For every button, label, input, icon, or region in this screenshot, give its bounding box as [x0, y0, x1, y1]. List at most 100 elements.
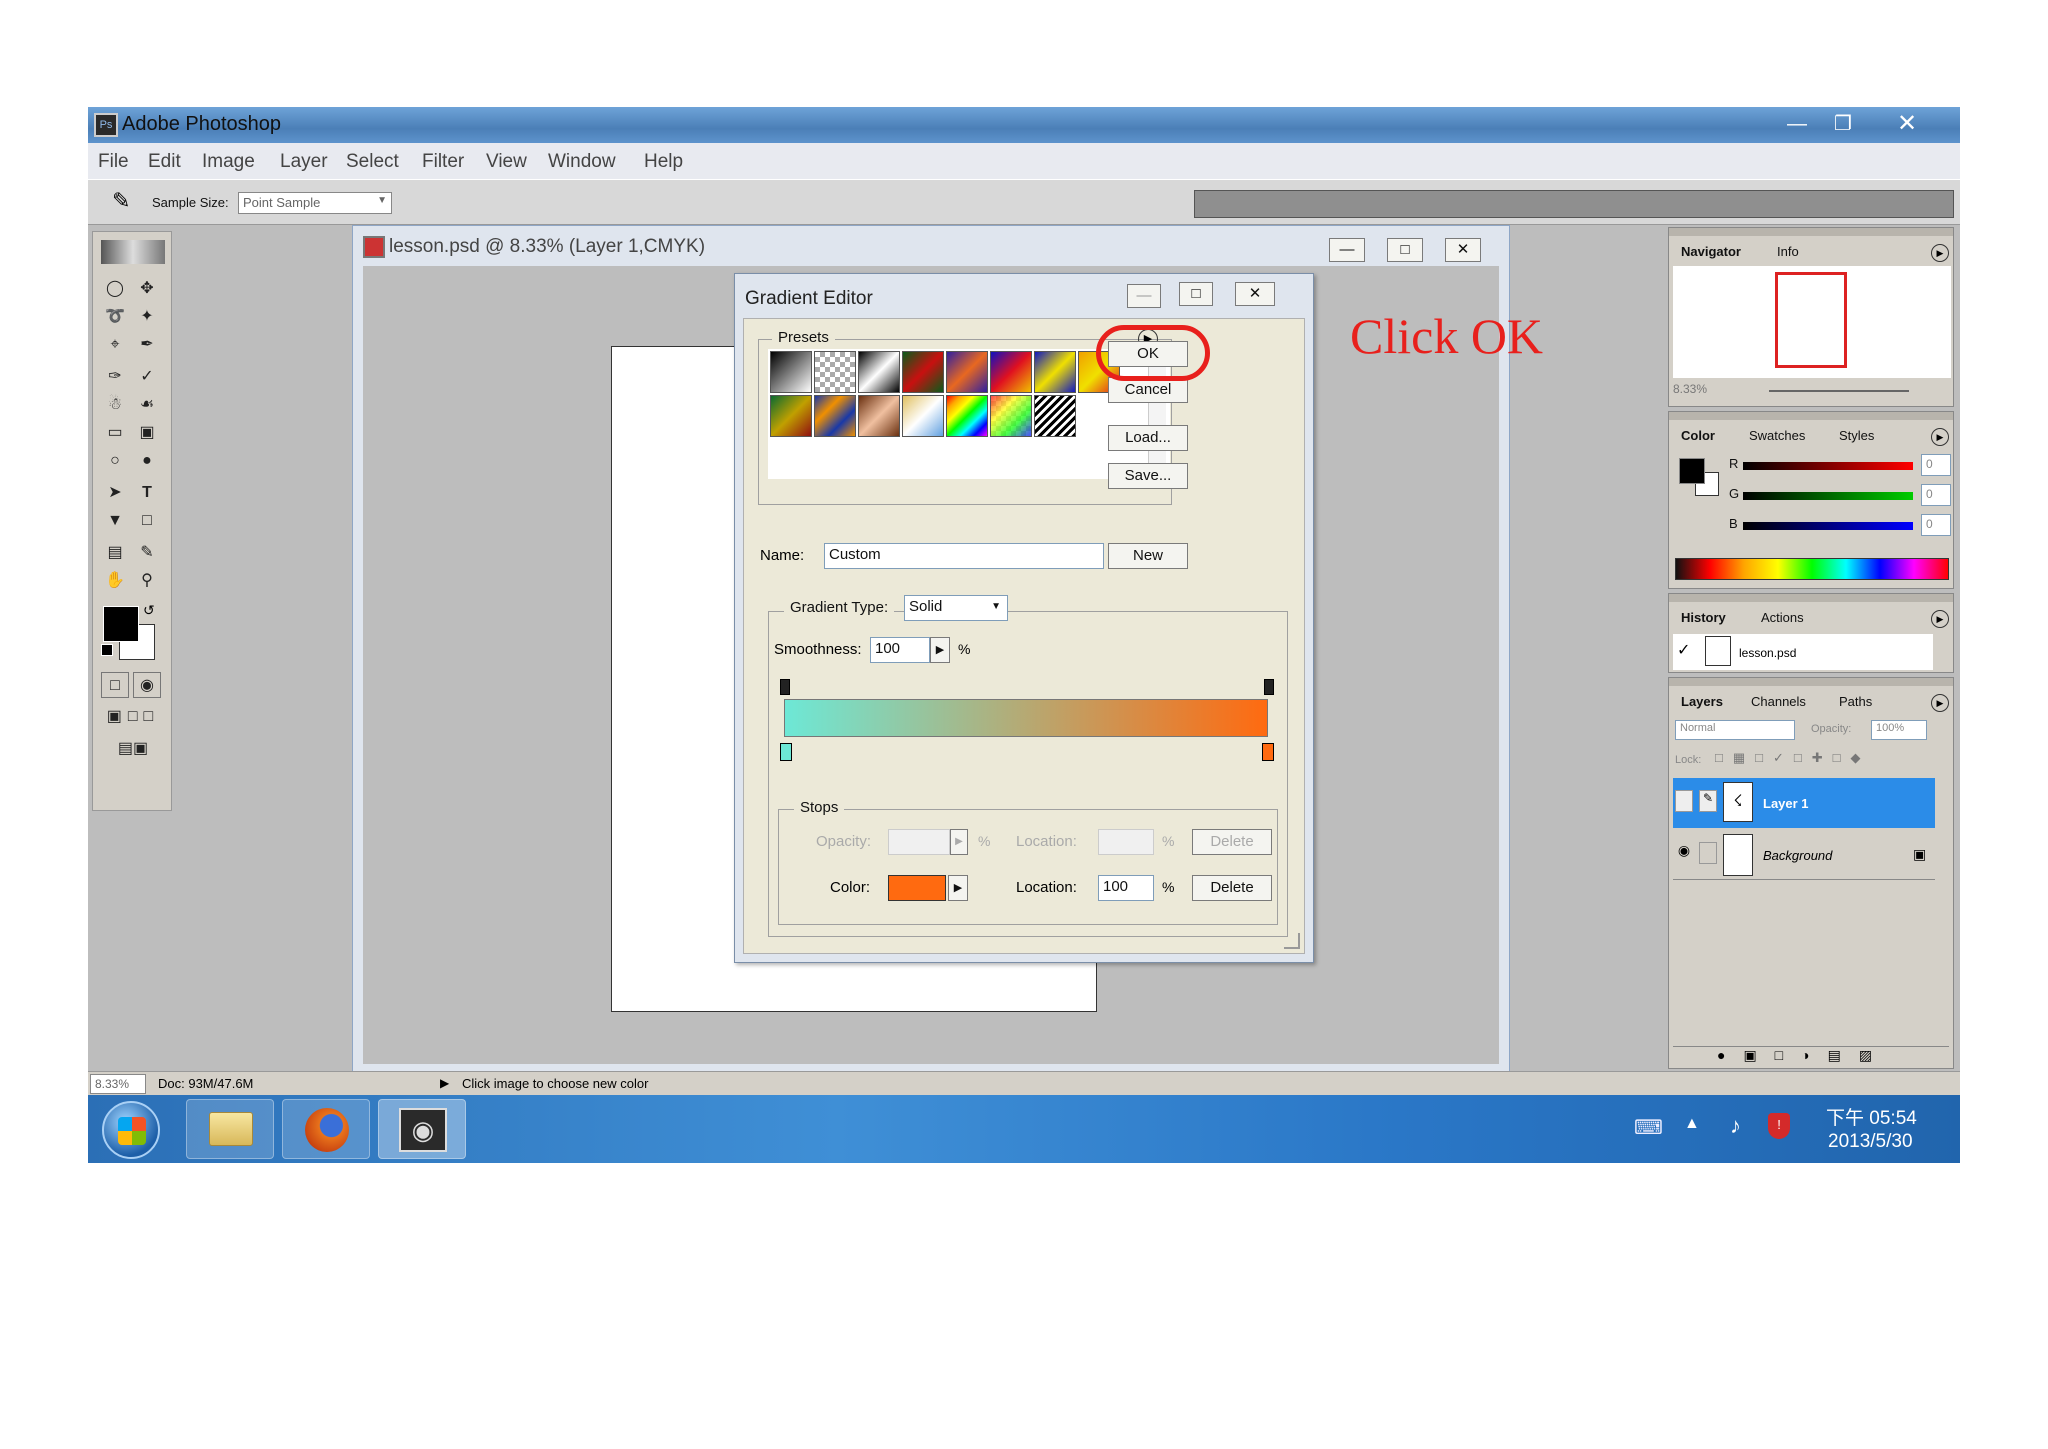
- stop-color-location-field[interactable]: 100: [1098, 875, 1154, 901]
- crop-tool-icon[interactable]: ⌖: [101, 332, 129, 358]
- tab-paths[interactable]: Paths: [1839, 694, 1872, 709]
- security-shield-icon[interactable]: !: [1768, 1113, 1790, 1139]
- menu-file[interactable]: File: [98, 151, 129, 173]
- color-ramp[interactable]: [1675, 558, 1949, 580]
- tab-history[interactable]: History: [1681, 610, 1726, 625]
- palette-well[interactable]: [1194, 190, 1954, 218]
- eyedropper-tool-icon[interactable]: ✎: [133, 540, 161, 566]
- taskbar-photoshop-button[interactable]: ◉: [378, 1099, 466, 1159]
- default-colors-icon[interactable]: [101, 644, 113, 656]
- status-zoom[interactable]: 8.33%: [90, 1074, 146, 1094]
- layer-name[interactable]: Background: [1763, 848, 1832, 863]
- preset-swatch[interactable]: [858, 395, 900, 437]
- dodge-tool-icon[interactable]: ●: [133, 448, 161, 474]
- stop-color-arrow-button[interactable]: ▶: [948, 875, 968, 901]
- palette-grip[interactable]: [1669, 594, 1953, 602]
- taskbar-firefox-button[interactable]: [282, 1099, 370, 1159]
- resize-grip-icon[interactable]: [1284, 933, 1300, 949]
- preset-swatch[interactable]: [1034, 395, 1076, 437]
- navigator-zoom-slider[interactable]: [1769, 390, 1909, 392]
- path-selection-tool-icon[interactable]: ➤: [101, 480, 129, 506]
- magic-wand-tool-icon[interactable]: ✦: [133, 304, 161, 330]
- palette-menu-arrow-icon[interactable]: ▶: [1931, 428, 1949, 446]
- preset-swatch[interactable]: [946, 351, 988, 393]
- tab-color[interactable]: Color: [1681, 428, 1715, 443]
- channel-g-field[interactable]: 0: [1921, 484, 1951, 506]
- save-button[interactable]: Save...: [1108, 463, 1188, 489]
- new-button[interactable]: New: [1108, 543, 1188, 569]
- preset-swatch[interactable]: [946, 395, 988, 437]
- show-hidden-icons-icon[interactable]: ▲: [1684, 1115, 1700, 1133]
- brush-link-icon[interactable]: ✎: [1699, 790, 1717, 812]
- healing-brush-tool-icon[interactable]: ✑: [101, 364, 129, 390]
- minimize-button[interactable]: —: [1778, 111, 1816, 137]
- opacity-stop-right[interactable]: [1264, 679, 1274, 695]
- layer-thumbnail[interactable]: ☇: [1723, 782, 1753, 822]
- preset-swatch[interactable]: [770, 351, 812, 393]
- gradient-tool-icon[interactable]: ▣: [133, 420, 161, 446]
- eye-icon[interactable]: ◉: [1675, 842, 1693, 864]
- menu-layer[interactable]: Layer: [280, 151, 328, 173]
- navigator-zoom-value[interactable]: 8.33%: [1673, 382, 1707, 396]
- clock-date[interactable]: 2013/5/30: [1828, 1131, 1913, 1153]
- layer-thumbnail[interactable]: [1723, 834, 1753, 876]
- brush-tool-icon[interactable]: ✓: [133, 364, 161, 390]
- preset-swatch[interactable]: [990, 351, 1032, 393]
- tab-channels[interactable]: Channels: [1751, 694, 1806, 709]
- menu-select[interactable]: Select: [346, 151, 399, 173]
- palette-grip[interactable]: [1669, 412, 1953, 420]
- menu-image[interactable]: Image: [202, 151, 255, 173]
- document-close-button[interactable]: ✕: [1445, 238, 1481, 262]
- channel-b-field[interactable]: 0: [1921, 514, 1951, 536]
- smoothness-arrow-button[interactable]: ▶: [930, 637, 950, 663]
- zoom-tool-icon[interactable]: ⚲: [133, 568, 161, 594]
- preset-swatch[interactable]: [770, 395, 812, 437]
- layer-link-box[interactable]: [1699, 842, 1717, 864]
- tab-styles[interactable]: Styles: [1839, 428, 1874, 443]
- history-snapshot-thumbnail[interactable]: [1705, 636, 1731, 666]
- document-maximize-button[interactable]: □: [1387, 238, 1423, 262]
- start-button[interactable]: [102, 1101, 160, 1159]
- layer-name[interactable]: Layer 1: [1763, 796, 1809, 811]
- palette-menu-arrow-icon[interactable]: ▶: [1931, 244, 1949, 262]
- slice-tool-icon[interactable]: ✒: [133, 332, 161, 358]
- channel-b-slider[interactable]: [1743, 522, 1913, 530]
- preset-swatch[interactable]: [814, 351, 856, 393]
- tab-actions[interactable]: Actions: [1761, 610, 1804, 625]
- menu-filter[interactable]: Filter: [422, 151, 464, 173]
- layer-visibility-toggle[interactable]: [1675, 790, 1693, 812]
- preset-swatch[interactable]: [858, 351, 900, 393]
- close-button[interactable]: ✕: [1888, 111, 1926, 137]
- menu-window[interactable]: Window: [548, 151, 616, 173]
- history-brush-source-icon[interactable]: ✓: [1677, 640, 1690, 660]
- sample-size-select[interactable]: Point Sample ▼: [238, 192, 392, 214]
- preset-swatch[interactable]: [1034, 351, 1076, 393]
- move-tool-icon[interactable]: ✥: [133, 276, 161, 302]
- eraser-tool-icon[interactable]: ▭: [101, 420, 129, 446]
- lasso-tool-icon[interactable]: ➰: [101, 304, 129, 330]
- foreground-color-swatch[interactable]: [103, 606, 139, 642]
- color-stop-right[interactable]: [1262, 743, 1274, 761]
- type-tool-icon[interactable]: T: [133, 480, 161, 506]
- notes-tool-icon[interactable]: ▤: [101, 540, 129, 566]
- layer-opacity-field[interactable]: 100%: [1871, 720, 1927, 740]
- quick-mask-mode-icon[interactable]: ◉: [133, 672, 161, 698]
- swap-colors-icon[interactable]: ↺: [143, 602, 155, 619]
- blur-tool-icon[interactable]: ○: [101, 448, 129, 474]
- gradient-preview-bar[interactable]: [784, 699, 1268, 737]
- preset-swatch[interactable]: [902, 395, 944, 437]
- palette-menu-arrow-icon[interactable]: ▶: [1931, 610, 1949, 628]
- palette-menu-arrow-icon[interactable]: ▶: [1931, 694, 1949, 712]
- color-delete-button[interactable]: Delete: [1192, 875, 1272, 901]
- volume-icon[interactable]: ♪: [1730, 1113, 1741, 1139]
- menu-help[interactable]: Help: [644, 151, 683, 173]
- clock-time[interactable]: 下午 05:54: [1826, 1103, 1917, 1130]
- stop-color-swatch[interactable]: [888, 875, 946, 901]
- preset-swatch[interactable]: [902, 351, 944, 393]
- tab-navigator[interactable]: Navigator: [1681, 244, 1741, 259]
- jump-to-imageready-icon[interactable]: ▤▣: [101, 736, 165, 762]
- taskbar-explorer-button[interactable]: [186, 1099, 274, 1159]
- navigator-view-box[interactable]: [1775, 272, 1847, 368]
- hand-tool-icon[interactable]: ✋: [101, 568, 129, 594]
- channel-g-slider[interactable]: [1743, 492, 1913, 500]
